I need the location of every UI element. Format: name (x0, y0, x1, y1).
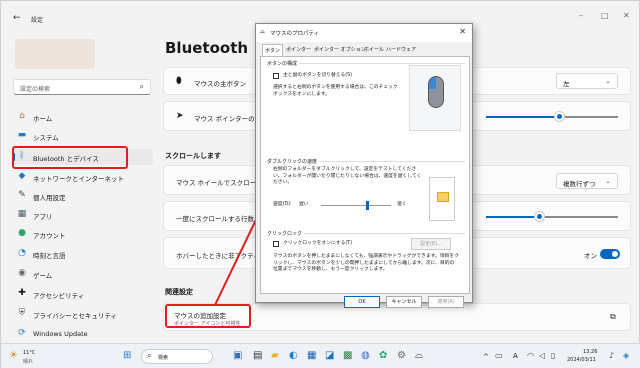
slow-label: 遅い (299, 202, 309, 207)
weather-icon[interactable]: ☀ (9, 350, 18, 362)
switch-buttons-checkbox[interactable] (273, 73, 279, 79)
clicklock-label: クリックロックをオンにする(T) (283, 241, 353, 246)
switch-buttons-desc: 選択すると右側のボタンを使用する場合は、このチェック ボックスをオンにします。 (273, 85, 398, 97)
mouse-body (428, 76, 444, 108)
apply-button[interactable]: 適用(A) (428, 296, 464, 308)
tab-buttons[interactable]: ボタン (262, 44, 284, 56)
widget-icon[interactable]: ▣ (233, 350, 242, 362)
store-icon[interactable]: ▦ (307, 350, 316, 362)
tab-pointer-options[interactable]: ポインター オプション (314, 46, 366, 53)
mouse-properties-dialog: ⌓ マウスのプロパティ ✕ ボタン ポインター ポインター オプション ホイール… (255, 23, 473, 308)
mouse-illustration (409, 65, 461, 131)
folder-icon (437, 192, 449, 202)
excel-icon[interactable]: ▩ (343, 350, 352, 362)
ime-indicator[interactable]: A (513, 352, 518, 360)
dialog-title: マウスのプロパティ (270, 31, 320, 37)
taskbar-search-label: 検索 (158, 355, 169, 361)
speed-label: 速度(D): (273, 202, 292, 207)
double-click-title: ダブルクリックの速度 (267, 158, 320, 165)
dialog-title-bar: ⌓ マウスのプロパティ ✕ (256, 24, 472, 42)
mouse-icon: ⌓ (260, 28, 265, 35)
app-icon[interactable]: ✿ (379, 350, 387, 362)
switch-buttons-label: 主と副のボタンを切り替える(S) (283, 73, 353, 78)
ok-button[interactable]: OK (344, 296, 380, 308)
taskbar: ☀ 11°C 晴れ ⊞ ⌕ 検索 ▣ ▤ ▰ ◐ ▦ ◪ ▩ ◍ ✿ ⚙ ⌓ ^… (1, 343, 640, 368)
dialog-close-button[interactable]: ✕ (459, 27, 466, 36)
double-click-desc: 右側のフォルダーをダブルクリックして、設定をテストしてください。フォルダーが開い… (273, 167, 422, 185)
tray-chevron-icon[interactable]: ^ (483, 353, 489, 361)
slider-thumb[interactable] (365, 201, 369, 210)
taskbar-search[interactable]: ⌕ 検索 (141, 349, 213, 364)
edge-icon[interactable]: ◐ (289, 350, 298, 362)
settings-window: ← 設定 – □ ✕ 設定の検索 ⌕ ⌂ ホーム ▬ システム ᛒ Blueto… (0, 0, 640, 368)
mouse-app-icon[interactable]: ⌓ (415, 350, 423, 362)
clicklock-checkbox[interactable] (273, 241, 279, 247)
task-view-icon[interactable]: ▤ (253, 350, 262, 362)
weather-temp: 11°C (23, 350, 36, 356)
outlook-icon[interactable]: ◪ (325, 350, 334, 362)
copilot-icon[interactable]: ◈ (623, 350, 629, 362)
clicklock-title: クリックロック (267, 230, 305, 237)
tab-wheel[interactable]: ホイール (364, 46, 384, 53)
start-icon[interactable]: ⊞ (123, 350, 131, 362)
chrome-icon[interactable]: ◍ (361, 350, 370, 362)
settings-gear-icon[interactable]: ⚙ (397, 350, 406, 362)
buttons-tab-panel: ボタンの構成 主と副のボタンを切り替える(S) 選択すると右側のボタンを使用する… (260, 56, 470, 294)
clock-date[interactable]: 2024/03/11 (567, 357, 596, 363)
dialog-tabs: ボタン ポインター ポインター オプション ホイール ハードウェア (260, 44, 470, 56)
clicklock-settings-button[interactable]: 設定(E)... (411, 238, 451, 250)
wifi-icon[interactable]: ◠ (527, 350, 534, 362)
file-explorer-icon[interactable]: ▰ (271, 350, 279, 362)
notification-bell-icon[interactable]: ♪ (609, 350, 614, 362)
volume-icon[interactable]: ◁ (539, 350, 545, 362)
test-folder-icon[interactable] (429, 177, 455, 221)
clock-time[interactable]: 13:26 (583, 349, 597, 355)
mouse-primary-button (429, 77, 436, 89)
weather-desc: 晴れ (23, 359, 34, 365)
battery-icon[interactable]: ▯ (551, 350, 555, 362)
network-icon[interactable]: ▭ (495, 350, 503, 362)
button-config-title: ボタンの構成 (267, 60, 300, 67)
tab-pointers[interactable]: ポインター (286, 46, 311, 53)
fast-label: 速く (397, 202, 407, 207)
search-icon: ⌕ (147, 351, 152, 360)
tab-hardware[interactable]: ハードウェア (386, 46, 416, 53)
cancel-button[interactable]: キャンセル (386, 296, 422, 308)
clicklock-desc: マウスのボタンを押したままにしなくても、強調表示やドラッグができます。項目をクリ… (273, 254, 459, 272)
double-click-speed-slider[interactable] (321, 201, 391, 210)
